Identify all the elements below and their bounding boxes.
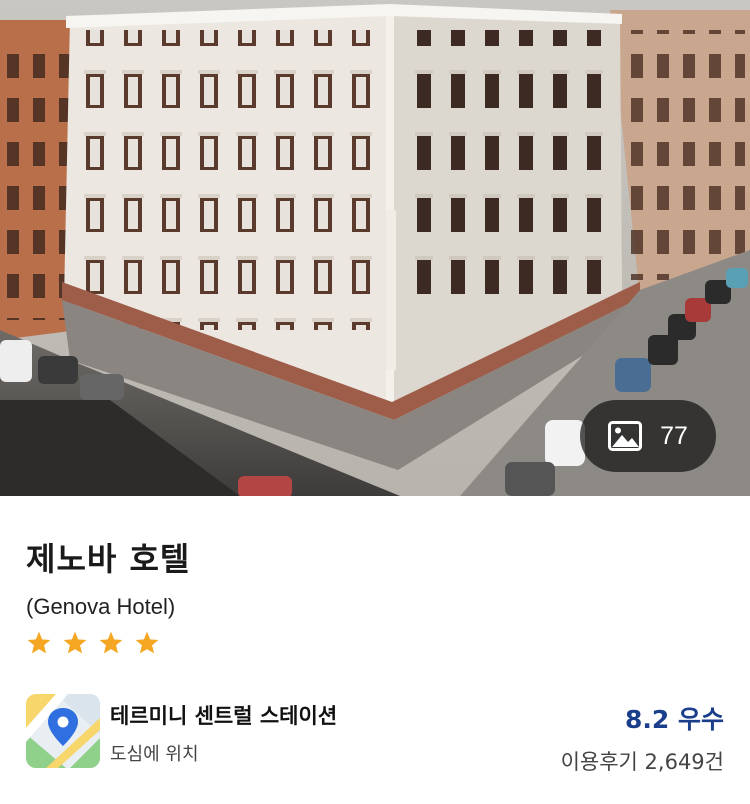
photo-count-label: 77: [660, 421, 688, 450]
star-rating: [26, 630, 160, 656]
image-icon: [608, 421, 643, 451]
hotel-name: 제노바 호텔: [26, 540, 191, 578]
hotel-name-english: (Genova Hotel): [26, 594, 176, 619]
location-description: 도심에 위치: [110, 744, 199, 765]
location-name: 테르미니 센트럴 스테이션: [110, 704, 338, 728]
star-icon: [135, 631, 159, 654]
review-count[interactable]: 이용후기 2,649건: [561, 746, 724, 776]
map-pin-icon[interactable]: [26, 694, 100, 768]
hotel-photo[interactable]: 77: [0, 0, 750, 496]
star-icon: [27, 631, 51, 654]
photo-count-button[interactable]: 77: [580, 400, 716, 472]
star-icon: [63, 631, 87, 654]
star-icon: [99, 631, 123, 654]
review-score[interactable]: 8.2 우수: [625, 700, 724, 736]
